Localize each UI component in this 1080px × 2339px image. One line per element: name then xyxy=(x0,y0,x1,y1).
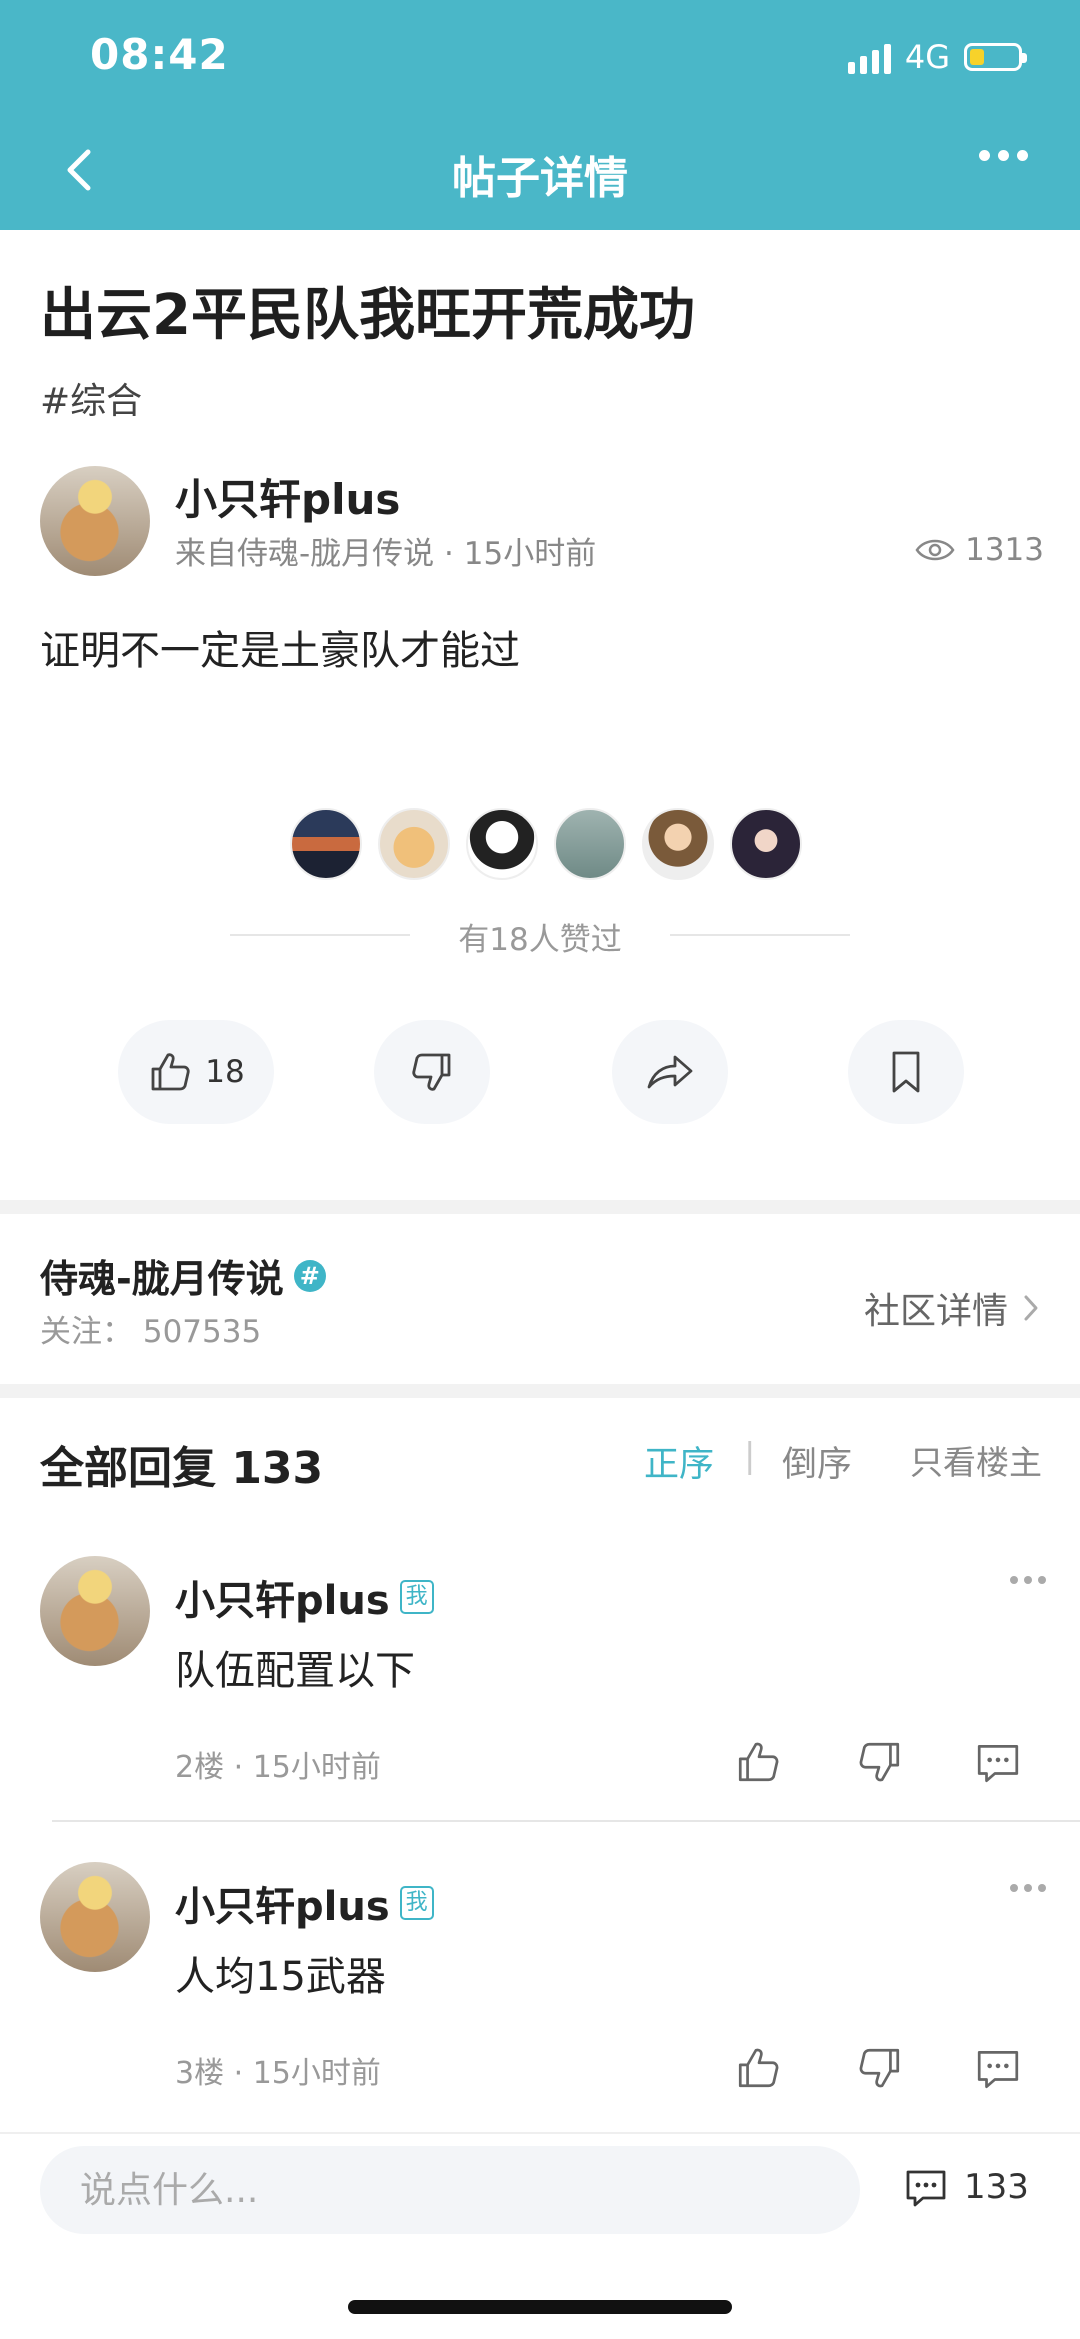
comment-count-value: 133 xyxy=(964,2167,1029,2207)
post-meta: 来自侍魂-胧月传说 · 15小时前 xyxy=(175,536,597,572)
more-dots-icon xyxy=(1010,1884,1018,1892)
reply-author[interactable]: 小只轩plus 我 xyxy=(175,1874,434,1932)
sort-ascending-tab[interactable]: 正序 xyxy=(644,1436,714,1487)
bookmark-button[interactable] xyxy=(848,1020,964,1124)
eye-icon xyxy=(915,539,955,561)
page-title: 帖子详情 xyxy=(452,153,628,204)
thumbs-up-icon[interactable] xyxy=(734,1738,782,1786)
liker-avatar[interactable] xyxy=(290,808,362,880)
sort-descending-tab[interactable]: 倒序 xyxy=(782,1436,852,1487)
section-divider xyxy=(0,1384,1080,1398)
app-header: 08:42 4G 帖子详情 xyxy=(0,0,1080,230)
sort-separator: | xyxy=(744,1436,756,1476)
me-badge: 我 xyxy=(399,1580,434,1614)
status-time: 08:42 xyxy=(90,30,229,79)
liker-avatar[interactable] xyxy=(730,808,802,880)
likers-count[interactable]: 有18人赞过 xyxy=(0,914,1080,959)
reply-more-button[interactable] xyxy=(1010,1576,1046,1584)
liker-avatar[interactable] xyxy=(378,808,450,880)
comment-icon[interactable] xyxy=(974,2044,1022,2092)
reply-author[interactable]: 小只轩plus 我 xyxy=(175,1568,434,1626)
more-dots-icon xyxy=(979,150,990,161)
comment-input[interactable] xyxy=(40,2146,860,2234)
like-count: 18 xyxy=(205,1054,245,1090)
reply-author-name: 小只轩plus xyxy=(175,1884,390,1930)
community-name[interactable]: 侍魂-胧月传说 # xyxy=(40,1248,326,1303)
reply-author-name: 小只轩plus xyxy=(175,1578,390,1624)
reply-text: 队伍配置以下 xyxy=(175,1648,415,1694)
reply-text: 人均15武器 xyxy=(175,1954,386,2000)
battery-icon xyxy=(964,43,1027,71)
comment-icon xyxy=(906,2170,946,2207)
reply-more-button[interactable] xyxy=(1010,1884,1046,1892)
comment-icon[interactable] xyxy=(974,1738,1022,1786)
share-button[interactable] xyxy=(612,1020,728,1124)
more-dots-icon xyxy=(1010,1576,1018,1584)
chevron-right-icon xyxy=(1024,1295,1038,1321)
reply-meta: 3楼 · 15小时前 xyxy=(175,2056,381,2091)
community-followers: 关注： 507535 xyxy=(40,1314,262,1350)
post-tag[interactable]: #综合 xyxy=(40,372,142,424)
liker-avatars[interactable] xyxy=(290,808,802,880)
thumbs-down-icon xyxy=(412,1053,451,1091)
reply-avatar[interactable] xyxy=(40,1556,150,1666)
share-icon xyxy=(647,1055,693,1089)
community-name-label: 侍魂-胧月传说 xyxy=(40,1257,284,1301)
reply-meta: 2楼 · 15小时前 xyxy=(175,1750,381,1785)
liker-avatar[interactable] xyxy=(642,808,714,880)
post-body: 证明不一定是土豪队才能过 xyxy=(40,628,520,674)
bookmark-icon xyxy=(892,1051,920,1093)
signal-icon xyxy=(847,40,891,74)
me-badge: 我 xyxy=(399,1886,434,1920)
thumbs-down-icon[interactable] xyxy=(856,2044,904,2092)
home-indicator[interactable] xyxy=(348,2300,732,2314)
section-divider xyxy=(0,1200,1080,1214)
liker-avatar[interactable] xyxy=(554,808,626,880)
hash-badge-icon: # xyxy=(293,1259,326,1292)
community-detail-link[interactable]: 社区详情 xyxy=(864,1282,1040,1334)
view-count: 1313 xyxy=(915,532,1044,568)
liker-avatar[interactable] xyxy=(466,808,538,880)
thumbs-up-icon xyxy=(151,1053,190,1091)
network-type: 4G xyxy=(904,38,950,76)
like-button[interactable]: 18 xyxy=(118,1020,274,1124)
owner-only-filter[interactable]: 只看楼主 xyxy=(910,1436,1042,1484)
dislike-button[interactable] xyxy=(374,1020,490,1124)
divider xyxy=(670,934,850,936)
replies-title: 全部回复 133 xyxy=(40,1443,324,1494)
thumbs-down-icon[interactable] xyxy=(856,1738,904,1786)
author-name[interactable]: 小只轩plus xyxy=(175,466,400,527)
reply-divider xyxy=(52,1820,1080,1822)
author-avatar[interactable] xyxy=(40,466,150,576)
more-button[interactable] xyxy=(979,150,1028,161)
post-title: 出云2平民队我旺开荒成功 xyxy=(40,283,695,348)
view-count-value: 1313 xyxy=(965,532,1044,568)
reply-avatar[interactable] xyxy=(40,1862,150,1972)
comments-button[interactable]: 133 xyxy=(902,2164,1029,2210)
status-indicators: 4G xyxy=(847,38,1027,76)
community-detail-label: 社区详情 xyxy=(863,1291,1008,1332)
thumbs-up-icon[interactable] xyxy=(734,2044,782,2092)
